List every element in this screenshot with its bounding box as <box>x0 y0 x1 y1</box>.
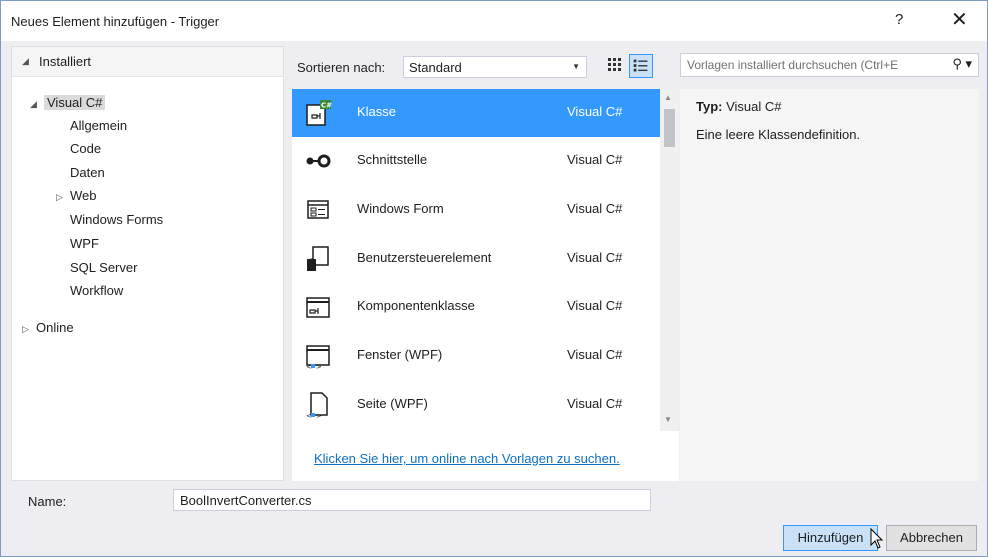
tree-item-label: Visual C# <box>44 95 106 110</box>
sort-dropdown[interactable]: Standard ▼ <box>403 56 587 78</box>
window-title: Neues Element hinzufügen - Trigger <box>11 14 220 29</box>
tree-item-wpf[interactable]: WPF <box>70 234 99 254</box>
add-button[interactable]: Hinzufügen <box>783 525 878 551</box>
template-name: Windows Form <box>357 201 444 216</box>
template-toolbar: Sortieren nach: Standard ▼ <box>284 46 671 90</box>
template-name: Klasse <box>357 104 397 119</box>
online-templates-link[interactable]: Klicken Sie hier, um online nach Vorlage… <box>314 451 620 466</box>
template-list-scrollbar[interactable]: ▲ ▼ <box>660 89 679 431</box>
add-new-item-dialog: Neues Element hinzufügen - Trigger ? ✕ ◢… <box>0 0 988 557</box>
type-label: Typ: <box>696 99 723 114</box>
template-item-seite-wpf[interactable]: < > Seite (WPF) Visual C# <box>292 381 660 429</box>
template-item-benutzersteuerelement[interactable]: Benutzersteuerelement Visual C# <box>292 235 660 283</box>
interface-icon <box>306 154 331 168</box>
template-language: Visual C# <box>567 347 623 362</box>
search-placeholder: Vorlagen installiert durchsuchen (Ctrl+E <box>687 58 899 72</box>
template-details-pane: Typ: Visual C# Eine leere Klassendefinit… <box>680 89 979 481</box>
template-item-komponentenklasse[interactable]: Komponentenklasse Visual C# <box>292 283 660 331</box>
windows-form-icon <box>307 200 329 219</box>
template-description: Eine leere Klassendefinition. <box>696 127 861 142</box>
template-name: Seite (WPF) <box>357 396 428 411</box>
tree-item-daten[interactable]: Daten <box>70 163 105 183</box>
template-language: Visual C# <box>567 104 623 119</box>
template-name: Benutzersteuerelement <box>357 250 492 265</box>
category-tree: ◢ Installiert ◢ Visual C# Allgemein Code … <box>11 46 284 481</box>
tree-item-sql-server[interactable]: SQL Server <box>70 258 137 278</box>
wpf-window-icon: < > <box>306 345 330 370</box>
list-view-icon[interactable] <box>629 54 653 78</box>
component-class-icon <box>306 297 330 318</box>
tree-header-label: Installiert <box>39 54 92 69</box>
small-icons-view-icon[interactable] <box>604 54 626 76</box>
template-type: Typ: Visual C# <box>696 99 782 114</box>
tree-item-label: Web <box>70 188 97 203</box>
template-list: C# Klasse Visual C# Schnittstelle Visual… <box>292 89 679 481</box>
cancel-button[interactable]: Abbrechen <box>886 525 977 551</box>
svg-text:>: > <box>316 412 322 419</box>
user-control-icon <box>307 246 329 271</box>
type-value: Visual C# <box>726 99 782 114</box>
template-language: Visual C# <box>567 201 623 216</box>
chevron-down-icon: ▼ <box>572 62 580 71</box>
tree-item-code[interactable]: Code <box>70 139 101 159</box>
tree-item-windows-forms[interactable]: Windows Forms <box>70 210 163 230</box>
tree-item-label: Online <box>36 320 74 335</box>
tree-header-installed[interactable]: ◢ Installiert <box>12 47 283 77</box>
collapse-arrow-icon[interactable]: ◢ <box>30 94 44 114</box>
svg-text:C#: C# <box>321 102 332 110</box>
template-language: Visual C# <box>567 250 623 265</box>
template-item-fenster-wpf[interactable]: < > Fenster (WPF) Visual C# <box>292 332 660 380</box>
sort-value: Standard <box>409 60 462 75</box>
help-button[interactable]: ? <box>895 11 903 28</box>
expand-arrow-icon[interactable]: ▷ <box>56 187 70 207</box>
tree-item-visual-csharp[interactable]: ◢ Visual C# <box>30 93 106 114</box>
sort-label: Sortieren nach: <box>297 60 386 75</box>
mouse-cursor-icon <box>870 528 884 549</box>
scroll-down-icon[interactable]: ▼ <box>664 415 672 424</box>
name-label: Name: <box>28 494 67 509</box>
expand-arrow-icon[interactable]: ▷ <box>22 319 36 339</box>
class-icon: C# <box>306 100 332 126</box>
template-item-windows-form[interactable]: Windows Form Visual C# <box>292 186 660 234</box>
name-field[interactable]: BoolInvertConverter.cs <box>173 489 651 511</box>
search-icon[interactable]: ⚲ ▾ <box>952 56 972 72</box>
template-name: Fenster (WPF) <box>357 347 443 362</box>
title-bar: Neues Element hinzufügen - Trigger ? ✕ <box>1 1 987 41</box>
collapse-arrow-icon[interactable]: ◢ <box>22 56 29 67</box>
template-name: Komponentenklasse <box>357 298 475 313</box>
tree-item-online[interactable]: ▷ Online <box>22 318 74 338</box>
svg-text:>: > <box>316 363 322 370</box>
template-item-klasse[interactable]: C# Klasse Visual C# <box>292 89 660 137</box>
template-language: Visual C# <box>567 396 623 411</box>
wpf-page-icon: < > <box>306 392 328 419</box>
template-search-input[interactable]: Vorlagen installiert durchsuchen (Ctrl+E… <box>680 53 979 77</box>
template-item-schnittstelle[interactable]: Schnittstelle Visual C# <box>292 137 660 185</box>
scroll-up-icon[interactable]: ▲ <box>664 93 672 102</box>
tree-item-workflow[interactable]: Workflow <box>70 281 123 301</box>
template-language: Visual C# <box>567 152 623 167</box>
template-language: Visual C# <box>567 298 623 313</box>
tree-item-allgemein[interactable]: Allgemein <box>70 116 127 136</box>
tree-item-web[interactable]: ▷ Web <box>56 186 97 206</box>
scrollbar-thumb[interactable] <box>664 109 675 147</box>
close-button[interactable]: ✕ <box>951 7 968 32</box>
template-name: Schnittstelle <box>357 152 428 167</box>
